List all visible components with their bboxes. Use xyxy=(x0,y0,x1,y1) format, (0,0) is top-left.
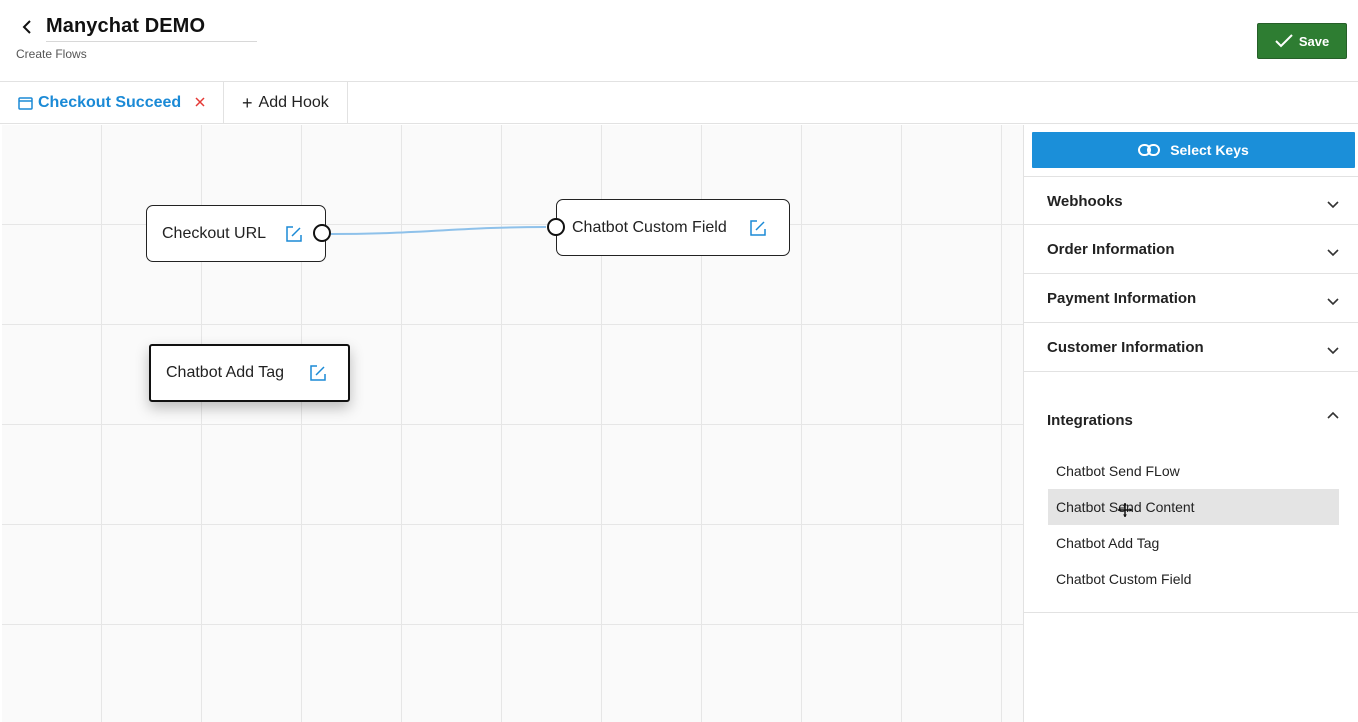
edit-icon[interactable] xyxy=(284,224,304,244)
title-underline xyxy=(46,41,257,42)
chevron-down-icon xyxy=(1327,298,1339,306)
add-hook-button[interactable]: + Add Hook xyxy=(224,82,348,124)
back-button[interactable] xyxy=(18,16,38,38)
chevron-down-icon xyxy=(1327,347,1339,355)
back-icon xyxy=(22,20,31,34)
section-order-information[interactable]: Order Information xyxy=(1024,225,1358,274)
page-subtitle: Create Flows xyxy=(16,47,87,61)
check-icon xyxy=(1275,34,1293,48)
section-integrations[interactable]: Integrations Chatbot Send FLow Chatbot S… xyxy=(1024,372,1358,613)
integration-chatbot-custom-field[interactable]: Chatbot Custom Field xyxy=(1048,561,1339,597)
tab-checkout-succeed[interactable]: Checkout Succeed xyxy=(0,82,224,124)
node-label: Chatbot Add Tag xyxy=(166,364,285,381)
section-webhooks[interactable]: Webhooks xyxy=(1024,176,1358,225)
edit-icon[interactable] xyxy=(308,363,328,383)
link-icon xyxy=(1138,144,1161,156)
node-chatbot-custom-field[interactable]: Chatbot Custom Field xyxy=(547,199,790,256)
section-label: Webhooks xyxy=(1047,193,1123,210)
section-label: Customer Information xyxy=(1047,339,1204,356)
flow-tab-icon xyxy=(18,96,33,110)
select-keys-label: Select Keys xyxy=(1170,142,1249,158)
keys-sidebar: Select Keys Webhooks Order Information P… xyxy=(1023,125,1358,722)
chevron-down-icon xyxy=(1327,249,1339,257)
section-customer-information[interactable]: Customer Information xyxy=(1024,323,1358,372)
node-label: Checkout URL xyxy=(162,224,267,242)
output-port[interactable] xyxy=(313,224,331,242)
plus-icon: + xyxy=(242,92,253,113)
section-label: Payment Information xyxy=(1047,290,1197,307)
hook-tab-bar: Checkout Succeed + Add Hook xyxy=(0,82,1358,124)
section-label: Order Information xyxy=(1047,241,1175,258)
chevron-up-icon xyxy=(1327,411,1339,419)
close-icon[interactable] xyxy=(193,95,207,109)
save-button[interactable]: Save xyxy=(1257,23,1347,59)
chevron-down-icon xyxy=(1327,201,1339,209)
tab-label: Checkout Succeed xyxy=(38,94,182,111)
integration-chatbot-send-content[interactable]: Chatbot Send Content xyxy=(1048,489,1339,525)
node-chatbot-add-tag[interactable]: Chatbot Add Tag xyxy=(149,344,350,402)
integration-chatbot-send-flow[interactable]: Chatbot Send FLow xyxy=(1048,453,1339,489)
integration-chatbot-add-tag[interactable]: Chatbot Add Tag xyxy=(1048,525,1339,561)
section-payment-information[interactable]: Payment Information xyxy=(1024,274,1358,323)
input-port[interactable] xyxy=(547,218,565,236)
save-button-label: Save xyxy=(1298,33,1330,49)
flow-canvas[interactable]: Checkout URL Chatbot Custom Field Chatbo… xyxy=(2,125,1023,722)
select-keys-button[interactable]: Select Keys xyxy=(1032,132,1355,168)
add-hook-label: Add Hook xyxy=(258,94,329,111)
page-header: Manychat DEMO Create Flows Save xyxy=(0,0,1358,82)
flow-title[interactable]: Manychat DEMO xyxy=(46,15,205,38)
node-label: Chatbot Custom Field xyxy=(572,218,727,236)
node-checkout-url[interactable]: Checkout URL xyxy=(146,205,331,262)
edit-icon[interactable] xyxy=(748,218,768,238)
section-label: Integrations xyxy=(1047,412,1133,429)
